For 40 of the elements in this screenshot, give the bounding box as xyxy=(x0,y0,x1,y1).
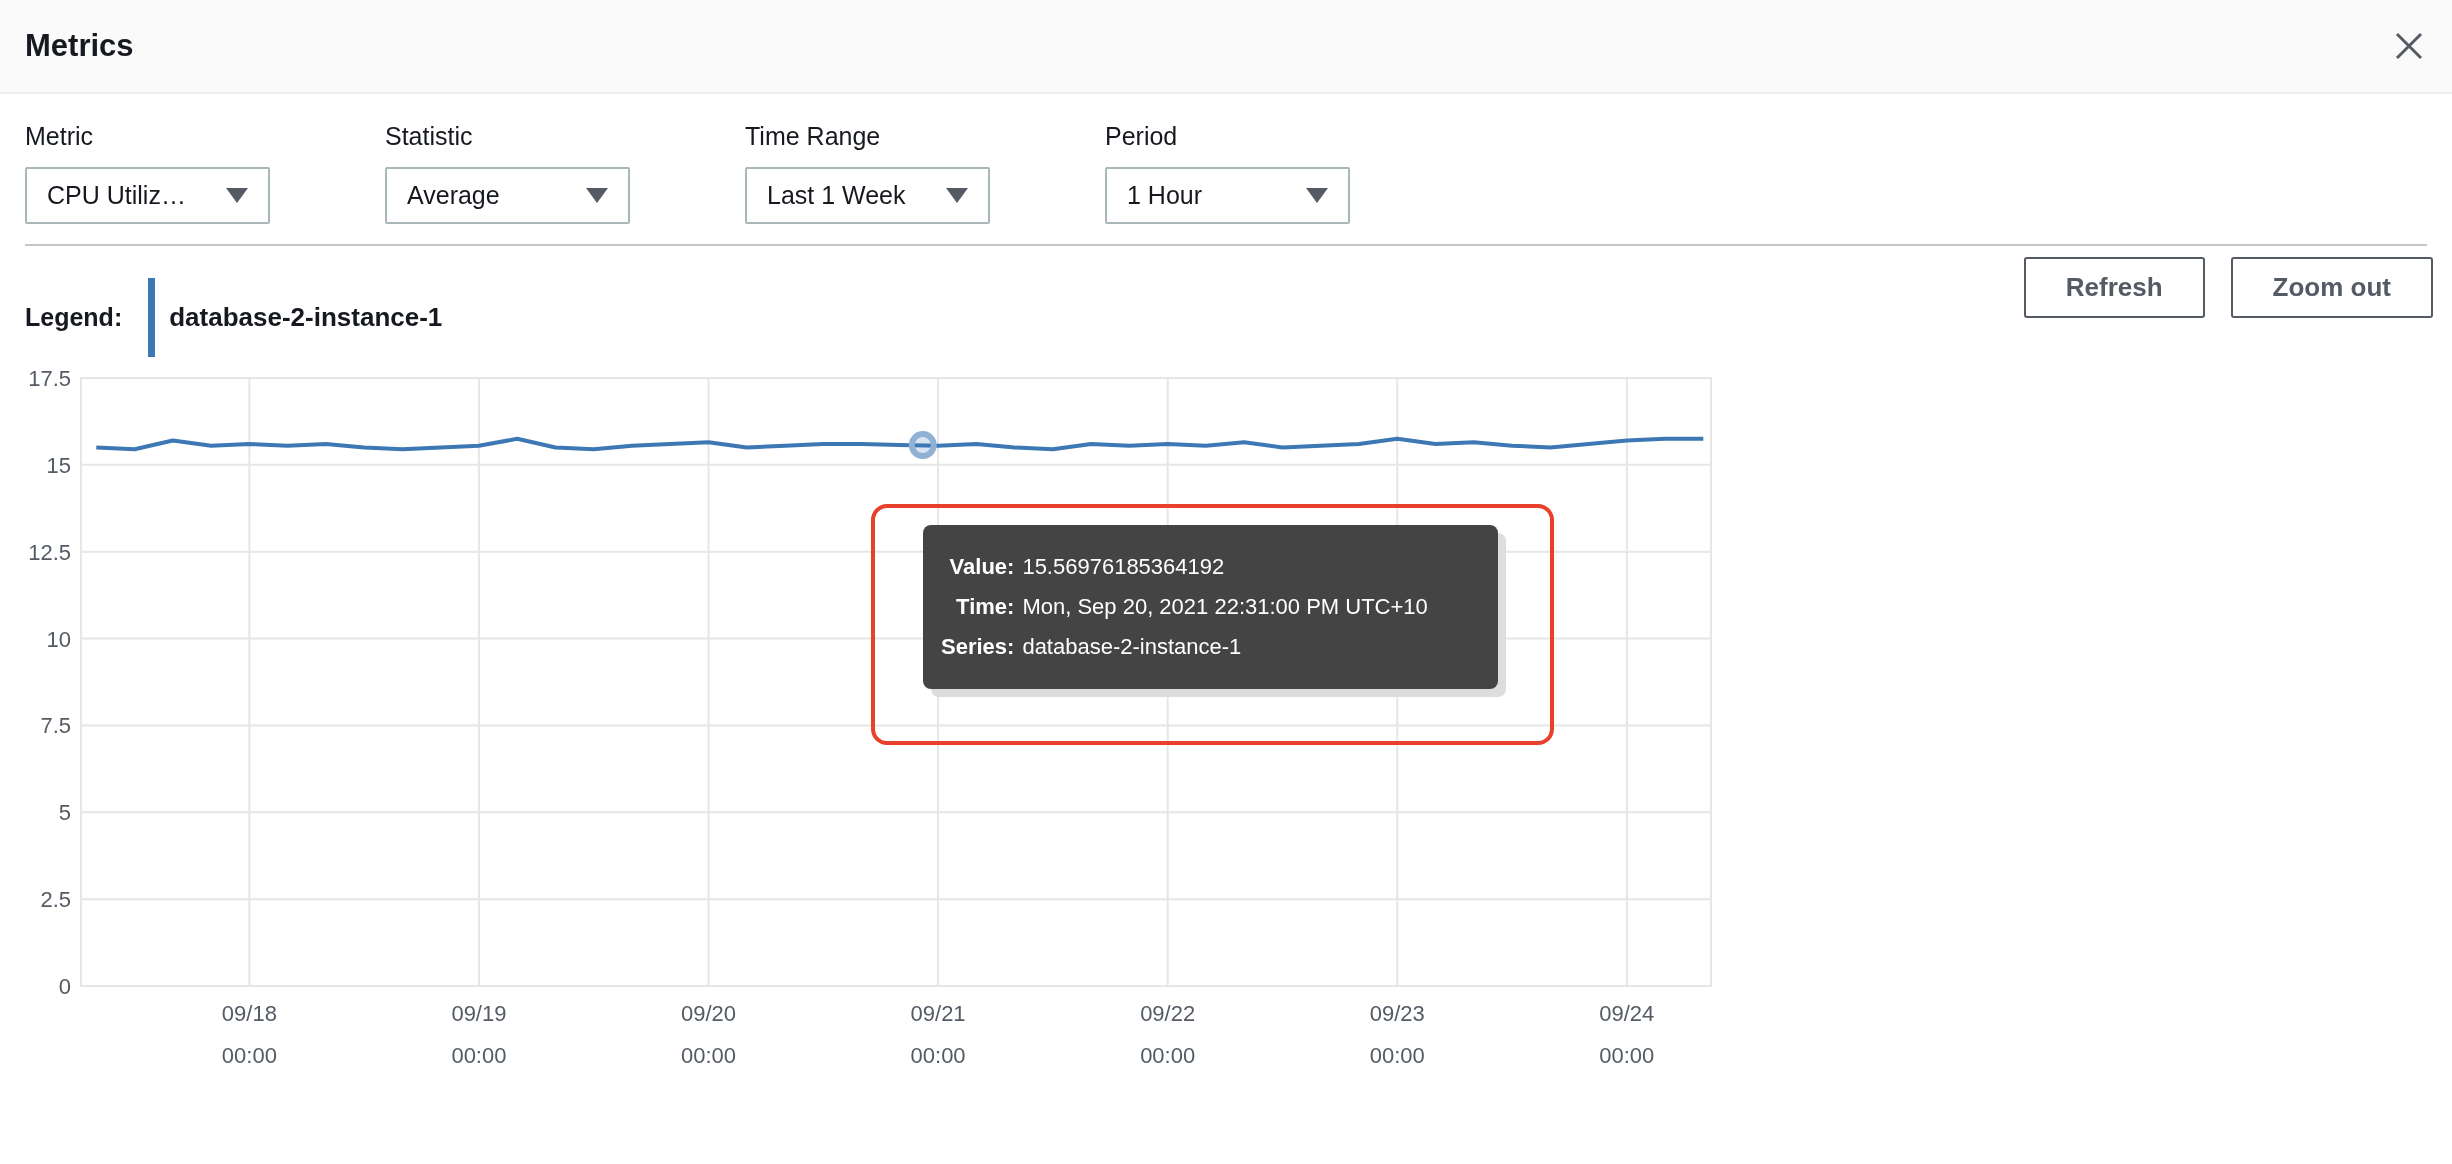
x-tick-label: 09/23 00:00 xyxy=(1369,1001,1425,1068)
y-tick-label: 10 xyxy=(46,626,71,652)
y-tick-label: 5 xyxy=(58,800,71,826)
caret-down-icon xyxy=(586,188,608,203)
y-tick-label: 12.5 xyxy=(28,539,71,565)
refresh-button[interactable]: Refresh xyxy=(2023,257,2205,318)
dialog-title: Metrics xyxy=(25,28,134,64)
tooltip-value: database-2-instance-1 xyxy=(1022,634,1243,660)
caret-down-icon xyxy=(226,188,248,203)
x-tick-label: 09/20 00:00 xyxy=(681,1001,737,1068)
hover-marker xyxy=(908,431,937,460)
x-tick-label: 09/21 00:00 xyxy=(910,1001,966,1068)
x-tick-label: 09/22 00:00 xyxy=(1140,1001,1196,1068)
y-tick-label: 15 xyxy=(46,452,71,478)
dropdown[interactable]: Average xyxy=(385,167,630,224)
tooltip-label: Value: xyxy=(948,554,1015,580)
dropdown[interactable]: 1 Hour xyxy=(1105,167,1350,224)
field-label: Statistic xyxy=(385,121,474,152)
tooltip-value: Mon, Sep 20, 2021 22:31:00 PM UTC+10 xyxy=(1022,594,1428,620)
caret-down-icon xyxy=(1306,188,1328,203)
y-tick-label: 17.5 xyxy=(28,366,71,391)
tooltip-value: 15.56976185364192 xyxy=(1022,554,1226,580)
field-label: Period xyxy=(1105,121,1179,152)
y-tick-label: 0 xyxy=(58,974,71,999)
field-label: Time Range xyxy=(745,121,882,152)
caret-down-icon xyxy=(946,188,968,203)
dropdown[interactable]: Last 1 Week xyxy=(745,167,990,224)
zoom-out-button[interactable]: Zoom out xyxy=(2230,257,2433,318)
close-icon xyxy=(2395,32,2423,60)
x-tick-label: 09/24 00:00 xyxy=(1599,1001,1655,1068)
dropdown[interactable]: CPU Utiliz… xyxy=(25,167,270,224)
x-tick-label: 09/19 00:00 xyxy=(451,1001,507,1068)
y-tick-label: 7.5 xyxy=(40,713,71,739)
legend-series-name: database-2-instance-1 xyxy=(169,302,443,333)
tooltip-label: Time: xyxy=(955,594,1015,620)
field-label: Metric xyxy=(25,121,95,152)
tooltip-label: Series: xyxy=(941,634,1015,660)
legend-label: Legend: xyxy=(25,303,123,332)
x-tick-label: 09/18 00:00 xyxy=(221,1001,277,1068)
y-tick-label: 2.5 xyxy=(40,887,71,913)
